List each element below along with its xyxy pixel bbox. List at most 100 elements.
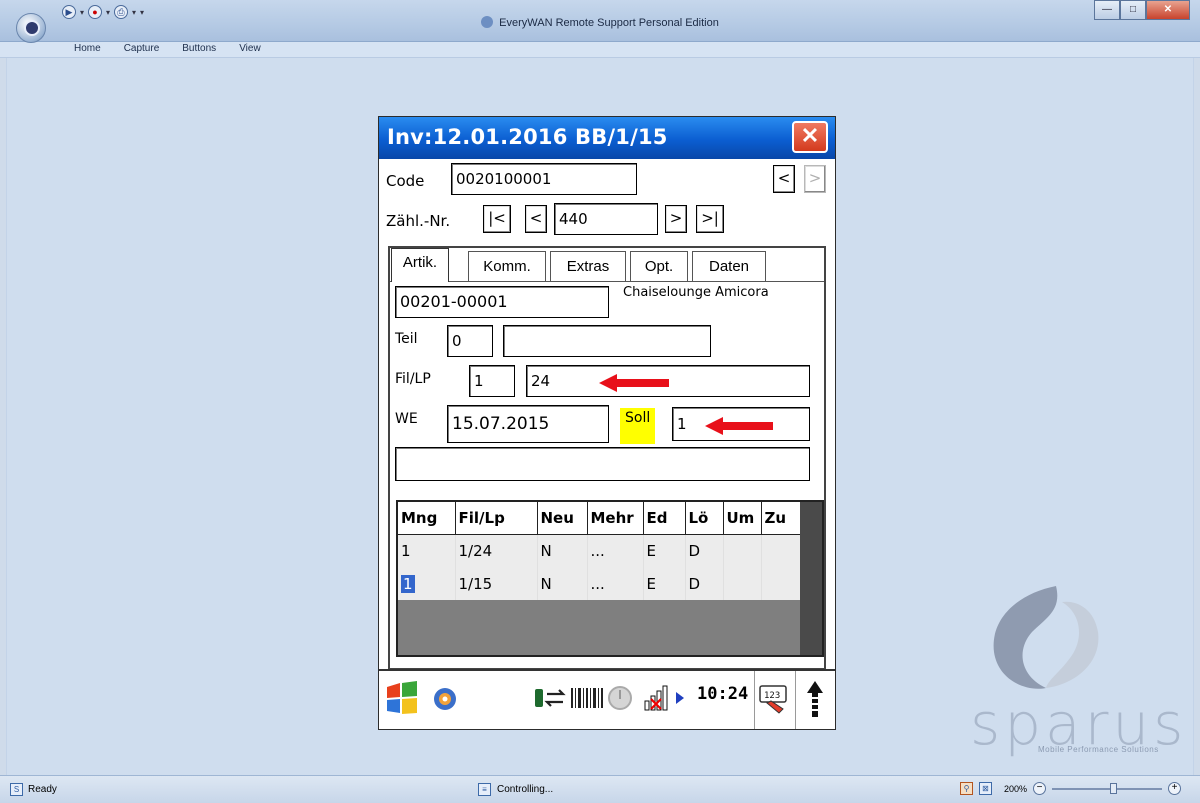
document-icon: ≡ bbox=[478, 783, 491, 796]
tab-komm[interactable]: Komm. bbox=[468, 251, 546, 281]
cell-um[interactable] bbox=[723, 534, 762, 567]
minimize-button[interactable]: — bbox=[1094, 0, 1120, 20]
grid-scrollbar[interactable] bbox=[800, 502, 822, 655]
teil-description-field[interactable] bbox=[503, 325, 711, 357]
cell-loe[interactable]: D bbox=[685, 534, 724, 567]
sparus-logo-icon bbox=[993, 586, 1099, 689]
ready-status: S Ready bbox=[10, 783, 57, 796]
article-name: Chaiselounge Amicora bbox=[623, 285, 769, 300]
cell-ed[interactable]: E bbox=[643, 534, 686, 567]
ribbon-tabs: Home Capture Buttons View bbox=[74, 43, 284, 54]
cell-zu[interactable] bbox=[761, 534, 803, 567]
tab-daten[interactable]: Daten bbox=[692, 251, 766, 281]
zaehl-label: Zähl.-Nr. bbox=[386, 212, 451, 230]
close-button[interactable]: ✕ bbox=[1146, 0, 1190, 20]
cell-neu[interactable]: N bbox=[537, 567, 588, 600]
app-logo-icon bbox=[24, 20, 40, 36]
device-screen: Inv:12.01.2016 BB/1/15 ✕ Code 0020100001… bbox=[378, 116, 836, 730]
zoom-in-icon[interactable]: + bbox=[1168, 782, 1182, 795]
zoom-slider[interactable] bbox=[1052, 782, 1163, 794]
pda-taskbar: 10:24 123 bbox=[379, 669, 835, 729]
menu-buttons[interactable]: Buttons bbox=[182, 43, 216, 54]
col-um[interactable]: Um bbox=[723, 502, 762, 535]
connectivity-icon[interactable] bbox=[533, 685, 567, 711]
svg-text:123: 123 bbox=[764, 691, 780, 701]
fit-icon[interactable]: ⊠ bbox=[979, 782, 992, 795]
input-panel-icon[interactable]: 123 bbox=[757, 681, 791, 715]
tab-divider bbox=[390, 281, 824, 282]
app-menu-button[interactable] bbox=[16, 13, 46, 43]
cell-fillp[interactable]: 1/15 bbox=[455, 567, 538, 600]
sync-icon[interactable] bbox=[431, 685, 459, 713]
col-loe[interactable]: Lö bbox=[685, 502, 724, 535]
menu-capture[interactable]: Capture bbox=[124, 43, 160, 54]
teil-field[interactable]: 0 bbox=[447, 325, 493, 357]
sparus-tagline: Mobile Performance Solutions bbox=[1038, 745, 1159, 754]
last-button[interactable]: >| bbox=[696, 205, 724, 233]
cell-um[interactable] bbox=[723, 567, 762, 600]
windows-start-icon[interactable] bbox=[383, 679, 421, 717]
code-prev-button[interactable]: < bbox=[773, 165, 795, 193]
fil-field[interactable]: 1 bbox=[469, 365, 515, 397]
tab-artikel[interactable]: Artik. bbox=[391, 248, 449, 282]
clock[interactable]: 10:24 bbox=[697, 684, 748, 704]
col-mehr[interactable]: Mehr bbox=[587, 502, 644, 535]
power-icon[interactable] bbox=[607, 685, 633, 711]
next-button[interactable]: > bbox=[665, 205, 687, 233]
counts-grid: Mng Fil/Lp Neu Mehr Ed Lö Um Zu 1 1/24 N… bbox=[396, 500, 824, 657]
cell-mng[interactable]: 1 bbox=[398, 534, 456, 567]
we-label: WE bbox=[395, 411, 418, 427]
cell-ed[interactable]: E bbox=[643, 567, 686, 600]
table-row[interactable]: 1 1/24 N ... E D bbox=[398, 534, 803, 567]
cell-zu[interactable] bbox=[761, 567, 803, 600]
right-edge bbox=[1193, 58, 1200, 775]
tab-opt[interactable]: Opt. bbox=[630, 251, 688, 281]
code-next-button[interactable]: > bbox=[804, 165, 826, 193]
cell-mng-editing[interactable]: 1 bbox=[398, 567, 456, 600]
table-row[interactable]: 1 1/15 N ... E D bbox=[398, 567, 803, 600]
col-ed[interactable]: Ed bbox=[643, 502, 686, 535]
left-edge bbox=[0, 58, 7, 775]
zoom-controls: ⚲ ⊠ 200% − + bbox=[960, 782, 1182, 795]
col-fillp[interactable]: Fil/Lp bbox=[455, 502, 538, 535]
scroll-up-icon[interactable] bbox=[805, 679, 825, 719]
ready-text: Ready bbox=[28, 784, 57, 795]
col-mng[interactable]: Mng bbox=[398, 502, 456, 535]
menu-view[interactable]: View bbox=[239, 43, 261, 54]
cell-neu[interactable]: N bbox=[537, 534, 588, 567]
zoom-slider-thumb[interactable] bbox=[1110, 782, 1118, 794]
magnifier-icon[interactable]: ⚲ bbox=[960, 782, 973, 795]
first-button[interactable]: |< bbox=[483, 205, 511, 233]
col-neu[interactable]: Neu bbox=[537, 502, 588, 535]
cell-fillp[interactable]: 1/24 bbox=[455, 534, 538, 567]
taskbar-separator bbox=[754, 671, 755, 729]
cell-mehr[interactable]: ... bbox=[587, 567, 644, 600]
menu-home[interactable]: Home bbox=[74, 43, 101, 54]
signal-strength-icon[interactable] bbox=[643, 683, 671, 713]
zaehl-field[interactable]: 440 bbox=[554, 203, 658, 235]
status-bar: S Ready ≡ Controlling... ⚲ ⊠ 200% − + bbox=[0, 775, 1200, 803]
pda-close-button[interactable]: ✕ bbox=[792, 121, 828, 153]
controlling-status: ≡ Controlling... bbox=[478, 783, 553, 796]
fillp-label: Fil/LP bbox=[395, 371, 431, 387]
we-date-field[interactable]: 15.07.2015 bbox=[447, 405, 609, 443]
app-icon bbox=[481, 16, 494, 28]
cell-mehr[interactable]: ... bbox=[587, 534, 644, 567]
zoom-out-icon[interactable]: − bbox=[1033, 782, 1047, 795]
tab-extras[interactable]: Extras bbox=[550, 251, 626, 281]
prev-button[interactable]: < bbox=[525, 205, 547, 233]
teil-label: Teil bbox=[395, 331, 418, 347]
pda-titlebar: Inv:12.01.2016 BB/1/15 ✕ bbox=[379, 117, 835, 159]
status-app-icon: S bbox=[10, 783, 23, 796]
code-field[interactable]: 0020100001 bbox=[451, 163, 637, 195]
maximize-button[interactable]: □ bbox=[1120, 0, 1146, 20]
window-title: EveryWAN Remote Support Personal Edition bbox=[0, 16, 1200, 29]
barcode-icon[interactable] bbox=[569, 685, 605, 711]
col-zu[interactable]: Zu bbox=[761, 502, 803, 535]
article-number-field[interactable]: 00201-00001 bbox=[395, 286, 609, 318]
extra-field[interactable] bbox=[395, 447, 810, 481]
cell-mng-value[interactable]: 1 bbox=[401, 574, 415, 593]
code-label: Code bbox=[386, 172, 425, 190]
cell-loe[interactable]: D bbox=[685, 567, 724, 600]
red-arrow-icon bbox=[599, 374, 669, 392]
